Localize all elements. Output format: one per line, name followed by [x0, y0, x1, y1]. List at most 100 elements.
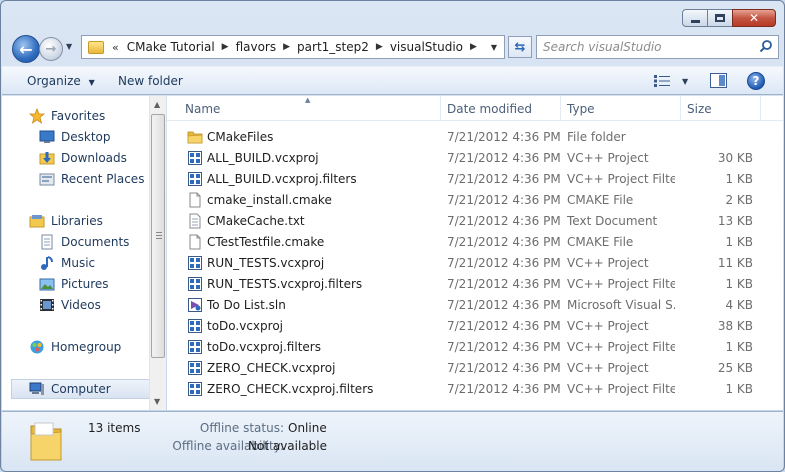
nav-recent-places[interactable]: Recent Places — [39, 169, 144, 189]
breadcrumb-item[interactable]: visualStudio — [390, 40, 463, 54]
file-name: RUN_TESTS.vcxproj — [207, 256, 325, 270]
scroll-down-icon[interactable]: ▼ — [154, 397, 160, 406]
file-size: 1 KB — [725, 340, 753, 354]
breadcrumb-item[interactable]: flavors — [236, 40, 277, 54]
breadcrumb-overflow[interactable]: « — [112, 41, 119, 54]
file-type: Text Document — [567, 214, 658, 228]
file-type: VC++ Project Filte... — [567, 340, 675, 354]
computer-icon — [29, 382, 44, 395]
file-name: CMakeCache.txt — [207, 214, 305, 228]
file-type: VC++ Project — [567, 151, 649, 165]
svg-text:+: + — [192, 345, 197, 352]
nav-music[interactable]: Music — [39, 253, 95, 273]
column-header: ▲ Name Date modified Type Size — [167, 96, 783, 121]
nav-computer[interactable]: Computer — [11, 379, 157, 399]
table-row[interactable]: CMakeCache.txt 7/21/2012 4:36 PM Text Docu… — [167, 211, 783, 232]
close-icon: ✕ — [748, 11, 760, 25]
back-arrow-icon: ← — [19, 39, 33, 59]
maximize-button[interactable] — [707, 9, 733, 27]
table-row[interactable]: + ALL_BUILD.vcxproj.filters 7/21/2012 4:36… — [167, 169, 783, 190]
search-input[interactable]: Search visualStudio — [536, 35, 779, 59]
file-date-modified: 7/21/2012 4:36 PM — [447, 319, 561, 333]
column-name[interactable]: Name — [179, 96, 441, 121]
breadcrumb-item[interactable]: CMake Tutorial — [127, 40, 215, 54]
table-row[interactable]: + RUN_TESTS.vcxproj.filters 7/21/2012 4:36… — [167, 274, 783, 295]
nav-favorites[interactable]: Favorites — [29, 106, 105, 126]
nav-pictures-label: Pictures — [61, 277, 109, 291]
details-view-icon — [654, 75, 670, 87]
table-row[interactable]: CTestTestfile.cmake 7/21/2012 4:36 PM CMAK… — [167, 232, 783, 253]
file-type: Microsoft Visual S... — [567, 298, 675, 312]
svg-text:+: + — [192, 177, 197, 184]
breadcrumb-separator-icon[interactable]: ▶ — [283, 42, 290, 52]
change-view-button[interactable]: ▼ — [654, 73, 694, 89]
file-date-modified: 7/21/2012 4:36 PM — [447, 277, 561, 291]
table-row[interactable]: + ZERO_CHECK.vcxproj.filters 7/21/2012 4:3… — [167, 379, 783, 400]
table-row[interactable]: + toDo.vcxproj.filters 7/21/2012 4:36 PM VC… — [167, 337, 783, 358]
file-date-modified: 7/21/2012 4:36 PM — [447, 298, 561, 312]
refresh-button[interactable]: ⇆ — [508, 36, 532, 58]
preview-pane-button[interactable] — [710, 73, 727, 88]
breadcrumb-item[interactable]: part1_step2 — [297, 40, 369, 54]
organize-label: Organize — [27, 74, 81, 88]
pictures-icon — [39, 278, 55, 291]
file-date-modified: 7/21/2012 4:36 PM — [447, 130, 561, 144]
search-icon[interactable] — [759, 39, 773, 53]
nav-libraries[interactable]: Libraries — [29, 211, 103, 231]
new-folder-button[interactable]: New folder — [118, 74, 183, 88]
table-row[interactable]: cmake_install.cmake 7/21/2012 4:36 PM CMAK… — [167, 190, 783, 211]
column-type[interactable]: Type — [561, 96, 681, 121]
offline-availability-value: Not available — [248, 439, 328, 453]
navpane-scrollbar[interactable]: ▲ ▼ — [149, 96, 166, 410]
vcxproj-icon: + — [188, 382, 202, 396]
nav-videos[interactable]: Videos — [39, 295, 101, 315]
nav-favorites-label: Favorites — [51, 109, 106, 123]
recent-pages-button[interactable]: ▼ — [66, 42, 72, 51]
breadcrumb-separator-icon[interactable]: ▶ — [376, 42, 383, 52]
scroll-thumb[interactable] — [151, 114, 165, 358]
table-row[interactable]: To Do List.sln 7/21/2012 4:36 PM Microsoft… — [167, 295, 783, 316]
nav-desktop[interactable]: Desktop — [39, 127, 111, 147]
address-bar[interactable]: « CMake Tutorial ▶ flavors ▶ part1_step2 ▶ vis… — [81, 35, 505, 59]
nav-downloads[interactable]: Downloads — [39, 148, 127, 168]
breadcrumb-separator-icon[interactable]: ▶ — [470, 42, 477, 52]
scroll-up-icon[interactable]: ▲ — [154, 100, 160, 109]
file-name: toDo.vcxproj.filters — [207, 340, 321, 354]
nav-documents[interactable]: Documents — [39, 232, 129, 252]
videos-icon — [40, 299, 54, 311]
nav-homegroup[interactable]: Homegroup — [29, 337, 121, 357]
help-button[interactable]: ? — [747, 72, 765, 90]
table-row[interactable]: + RUN_TESTS.vcxproj 7/21/2012 4:36 PM VC++ … — [167, 253, 783, 274]
close-button[interactable]: ✕ — [732, 9, 776, 27]
file-name: To Do List.sln — [207, 298, 286, 312]
column-date-modified[interactable]: Date modified — [441, 96, 561, 121]
file-size: 1 KB — [725, 172, 753, 186]
file-date-modified: 7/21/2012 4:36 PM — [447, 151, 561, 165]
file-type: VC++ Project Filte... — [567, 172, 675, 186]
nav-videos-label: Videos — [61, 298, 101, 312]
forward-button[interactable]: → — [39, 37, 63, 61]
file-name: CMakeFiles — [207, 130, 274, 144]
address-dropdown-button[interactable]: ▼ — [484, 36, 504, 58]
back-button[interactable]: ← — [12, 35, 40, 63]
file-name: ZERO_CHECK.vcxproj — [207, 361, 336, 375]
file-type: VC++ Project — [567, 361, 649, 375]
table-row[interactable]: CMakeFiles 7/21/2012 4:36 PM File folder — [167, 127, 783, 148]
table-row[interactable]: + toDo.vcxproj 7/21/2012 4:36 PM VC++ Proje… — [167, 316, 783, 337]
breadcrumb-separator-icon[interactable]: ▶ — [222, 42, 229, 52]
file-size: 1 KB — [725, 277, 753, 291]
file-type: VC++ Project Filte... — [567, 277, 675, 291]
minimize-icon — [690, 19, 700, 23]
file-name: ALL_BUILD.vcxproj.filters — [207, 172, 357, 186]
organize-button[interactable]: Organize ▼ — [27, 74, 95, 88]
nav-pictures[interactable]: Pictures — [39, 274, 109, 294]
file-list: ▲ Name Date modified Type Size CMakeFile… — [167, 96, 783, 410]
table-row[interactable]: + ZERO_CHECK.vcxproj 7/21/2012 4:36 PM VC++… — [167, 358, 783, 379]
view-dropdown-icon[interactable]: ▼ — [682, 77, 688, 86]
table-row[interactable]: + ALL_BUILD.vcxproj 7/21/2012 4:36 PM VC++ … — [167, 148, 783, 169]
explorer-window: ✕ ← → ▼ « CMake Tutorial ▶ flavors ▶ part1_s… — [0, 0, 785, 472]
column-size[interactable]: Size — [681, 96, 761, 121]
file-size: 11 KB — [717, 256, 753, 270]
homegroup-icon — [30, 340, 44, 354]
minimize-button[interactable] — [682, 9, 708, 27]
